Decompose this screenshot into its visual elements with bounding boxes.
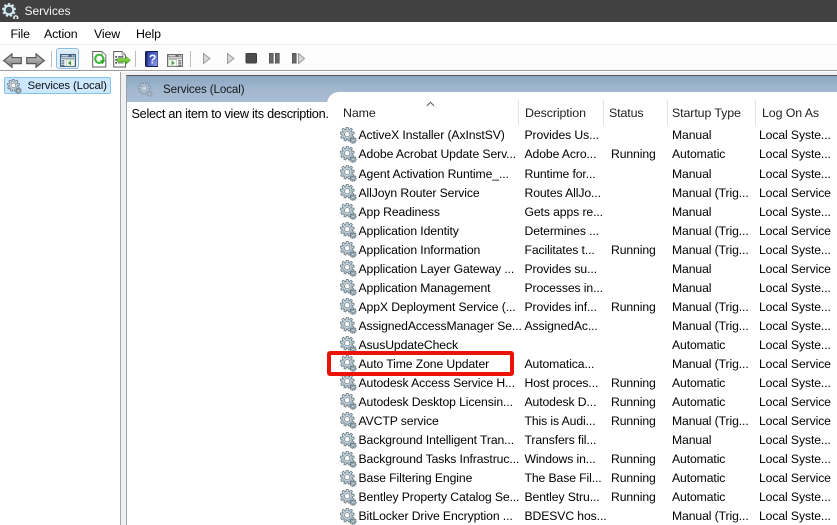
svg-text:?: ? xyxy=(148,52,156,66)
